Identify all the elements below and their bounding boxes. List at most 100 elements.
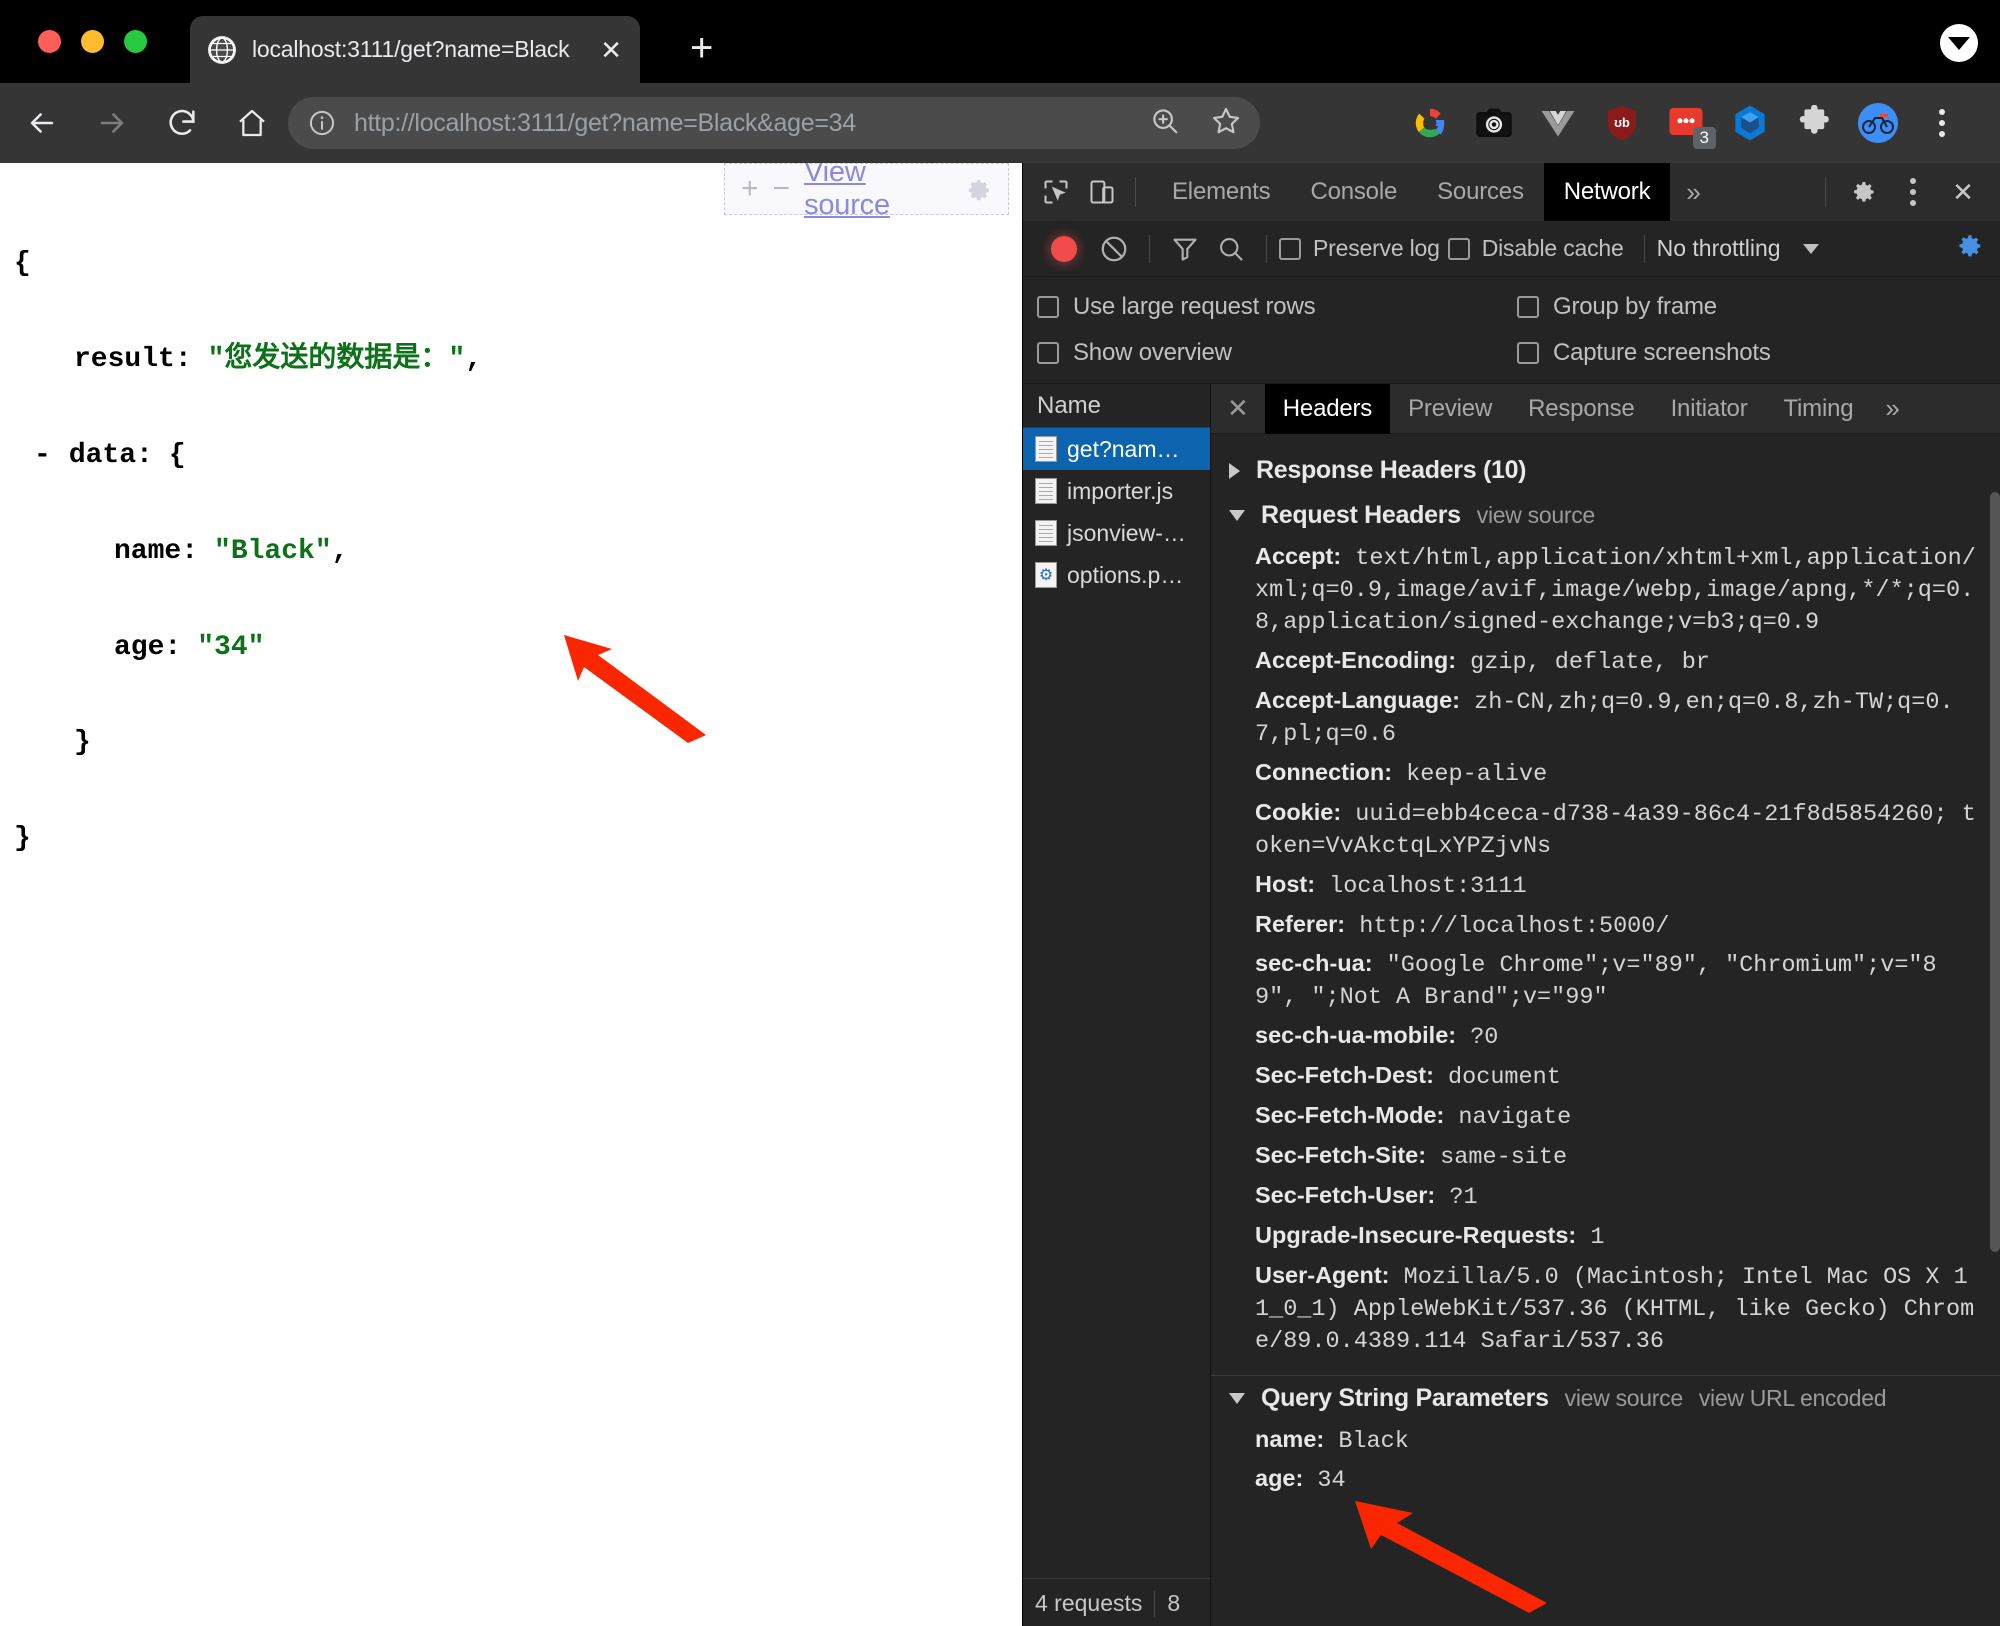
view-url-encoded-link[interactable]: view URL encoded bbox=[1699, 1385, 1887, 1412]
profile-avatar-bicycle-icon[interactable] bbox=[1846, 83, 1910, 163]
kebab-menu-icon[interactable] bbox=[1890, 169, 1936, 215]
request-list-column-name: Name bbox=[1023, 384, 1210, 428]
checkbox-box[interactable] bbox=[1517, 342, 1539, 364]
json-line-result: result: "您发送的数据是：" , bbox=[14, 343, 1022, 381]
vue-devtools-icon[interactable] bbox=[1526, 83, 1590, 163]
disable-cache-checkbox[interactable]: Disable cache bbox=[1447, 235, 1624, 262]
table-row[interactable]: ⚙ options.p… bbox=[1023, 554, 1210, 596]
view-source-link[interactable]: View source bbox=[804, 163, 948, 222]
header-row: Host: localhost:3111 bbox=[1211, 866, 2000, 906]
query-string-section[interactable]: Query String Parameters view source view… bbox=[1211, 1376, 2000, 1421]
request-name: get?nam… bbox=[1067, 435, 1180, 462]
info-circle-icon[interactable] bbox=[308, 109, 336, 137]
chevron-down-icon[interactable] bbox=[1802, 243, 1819, 254]
red-notes-extension-icon[interactable]: 3 bbox=[1654, 83, 1718, 163]
star-icon[interactable] bbox=[1210, 105, 1242, 142]
tab-console[interactable]: Console bbox=[1290, 163, 1417, 221]
query-param-name: name: bbox=[1255, 1425, 1325, 1452]
query-param-row: age: 34 bbox=[1211, 1460, 2000, 1499]
table-row[interactable]: importer.js bbox=[1023, 470, 1210, 512]
address-bar-url: http://localhost:3111/get?name=Black&age… bbox=[354, 108, 856, 137]
preserve-log-checkbox[interactable]: Preserve log bbox=[1279, 235, 1440, 262]
minimize-window-button[interactable] bbox=[81, 30, 104, 53]
tab-sources[interactable]: Sources bbox=[1417, 163, 1544, 221]
clear-icon[interactable] bbox=[1091, 226, 1137, 272]
close-icon[interactable]: ✕ bbox=[600, 37, 622, 63]
checkbox-box[interactable] bbox=[1447, 237, 1470, 260]
reload-icon[interactable] bbox=[154, 95, 210, 151]
device-toolbar-icon[interactable] bbox=[1079, 169, 1125, 215]
tab-network[interactable]: Network bbox=[1543, 163, 1671, 221]
network-status-bar: 4 requests 8 bbox=[1023, 1578, 1210, 1626]
throttling-dropdown[interactable]: No throttling bbox=[1657, 235, 1819, 262]
collapse-all-button[interactable]: − bbox=[773, 174, 791, 204]
tab-headers[interactable]: Headers bbox=[1264, 384, 1391, 434]
chevron-right-icon[interactable] bbox=[1229, 462, 1240, 479]
json-data-open-brace: { bbox=[168, 439, 186, 471]
table-row[interactable]: jsonview-… bbox=[1023, 512, 1210, 554]
group-by-frame-checkbox[interactable]: Group by frame bbox=[1517, 293, 1997, 321]
back-arrow-icon[interactable] bbox=[14, 95, 70, 151]
json-line-inner-close: } bbox=[14, 728, 1022, 764]
address-bar[interactable]: http://localhost:3111/get?name=Black&age… bbox=[288, 97, 1260, 149]
inspect-element-icon[interactable] bbox=[1033, 169, 1079, 215]
table-row[interactable]: get?nam… bbox=[1023, 428, 1210, 470]
header-row: Cookie: uuid=ebb4ceca-d738-4a39-86c4-21f… bbox=[1211, 794, 2000, 866]
tab-response[interactable]: Response bbox=[1510, 384, 1652, 434]
use-large-request-rows-checkbox[interactable]: Use large request rows bbox=[1037, 293, 1517, 321]
browser-tab[interactable]: localhost:3111/get?name=Black ✕ bbox=[190, 16, 640, 83]
blue-cube-extension-icon[interactable] bbox=[1718, 83, 1782, 163]
page-viewport: + − View source { result: "您发送的数据是：" , - bbox=[0, 163, 1022, 1626]
close-window-button[interactable] bbox=[38, 30, 61, 53]
puzzle-extensions-icon[interactable] bbox=[1782, 83, 1846, 163]
checkbox-box[interactable] bbox=[1517, 296, 1539, 318]
capture-screenshots-checkbox[interactable]: Capture screenshots bbox=[1517, 339, 1997, 367]
chevron-down-icon[interactable] bbox=[1229, 1392, 1245, 1404]
divider bbox=[1154, 1590, 1156, 1617]
request-headers-section[interactable]: Request Headers view source bbox=[1211, 493, 2000, 538]
kebab-menu-icon[interactable] bbox=[1910, 83, 1974, 163]
chevron-down-circle-icon[interactable] bbox=[1940, 24, 1978, 62]
checkbox-box[interactable] bbox=[1037, 342, 1059, 364]
tab-initiator[interactable]: Initiator bbox=[1653, 384, 1766, 434]
zoom-in-icon[interactable] bbox=[1150, 106, 1180, 141]
response-headers-section[interactable]: Response Headers (10) bbox=[1211, 448, 2000, 493]
option-label: Group by frame bbox=[1553, 293, 1717, 320]
tab-timing[interactable]: Timing bbox=[1765, 384, 1871, 434]
search-icon[interactable] bbox=[1208, 226, 1254, 272]
devtools-panel: Elements Console Sources Network » ✕ Pre… bbox=[1022, 163, 2000, 1626]
more-tabs-button[interactable]: » bbox=[1871, 393, 1913, 424]
vertical-scrollbar[interactable] bbox=[1990, 492, 2000, 1252]
ublock-origin-shield-icon[interactable]: ʊb bbox=[1590, 83, 1654, 163]
checkbox-box[interactable] bbox=[1037, 296, 1059, 318]
more-tabs-button[interactable]: » bbox=[1670, 177, 1716, 208]
close-icon[interactable]: ✕ bbox=[1940, 169, 1986, 215]
view-source-link[interactable]: view source bbox=[1565, 1385, 1683, 1412]
json-line-data: - data: { bbox=[14, 439, 1022, 477]
checkbox-box[interactable] bbox=[1279, 237, 1301, 260]
show-overview-checkbox[interactable]: Show overview bbox=[1037, 339, 1517, 367]
json-key-age: age: bbox=[114, 631, 182, 663]
forward-arrow-icon[interactable] bbox=[84, 95, 140, 151]
home-icon[interactable] bbox=[224, 95, 280, 151]
screenshot-camera-icon[interactable] bbox=[1462, 83, 1526, 163]
filter-icon[interactable] bbox=[1162, 226, 1208, 272]
record-stop-icon[interactable] bbox=[1051, 235, 1077, 262]
close-icon[interactable]: ✕ bbox=[1211, 393, 1265, 424]
json-collapse-toggle[interactable]: - bbox=[34, 440, 51, 471]
chevron-down-icon[interactable] bbox=[1229, 510, 1245, 521]
gear-icon[interactable] bbox=[962, 172, 992, 207]
network-toolbar: Preserve log Disable cache No throttling bbox=[1023, 221, 2000, 277]
json-viewer: { result: "您发送的数据是：" , - data: { name: "… bbox=[0, 163, 1022, 920]
tab-preview[interactable]: Preview bbox=[1390, 384, 1510, 434]
google-extension-icon[interactable] bbox=[1398, 83, 1462, 163]
header-row: Sec-Fetch-Site: same-site bbox=[1211, 1137, 2000, 1177]
network-settings-gear-icon[interactable] bbox=[1954, 231, 1984, 266]
new-tab-button[interactable]: + bbox=[690, 28, 713, 68]
view-source-link[interactable]: view source bbox=[1477, 502, 1595, 529]
gear-icon[interactable] bbox=[1840, 169, 1886, 215]
expand-all-button[interactable]: + bbox=[741, 174, 759, 204]
maximize-window-button[interactable] bbox=[124, 30, 147, 53]
json-comma: , bbox=[465, 343, 483, 375]
tab-elements[interactable]: Elements bbox=[1152, 163, 1290, 221]
